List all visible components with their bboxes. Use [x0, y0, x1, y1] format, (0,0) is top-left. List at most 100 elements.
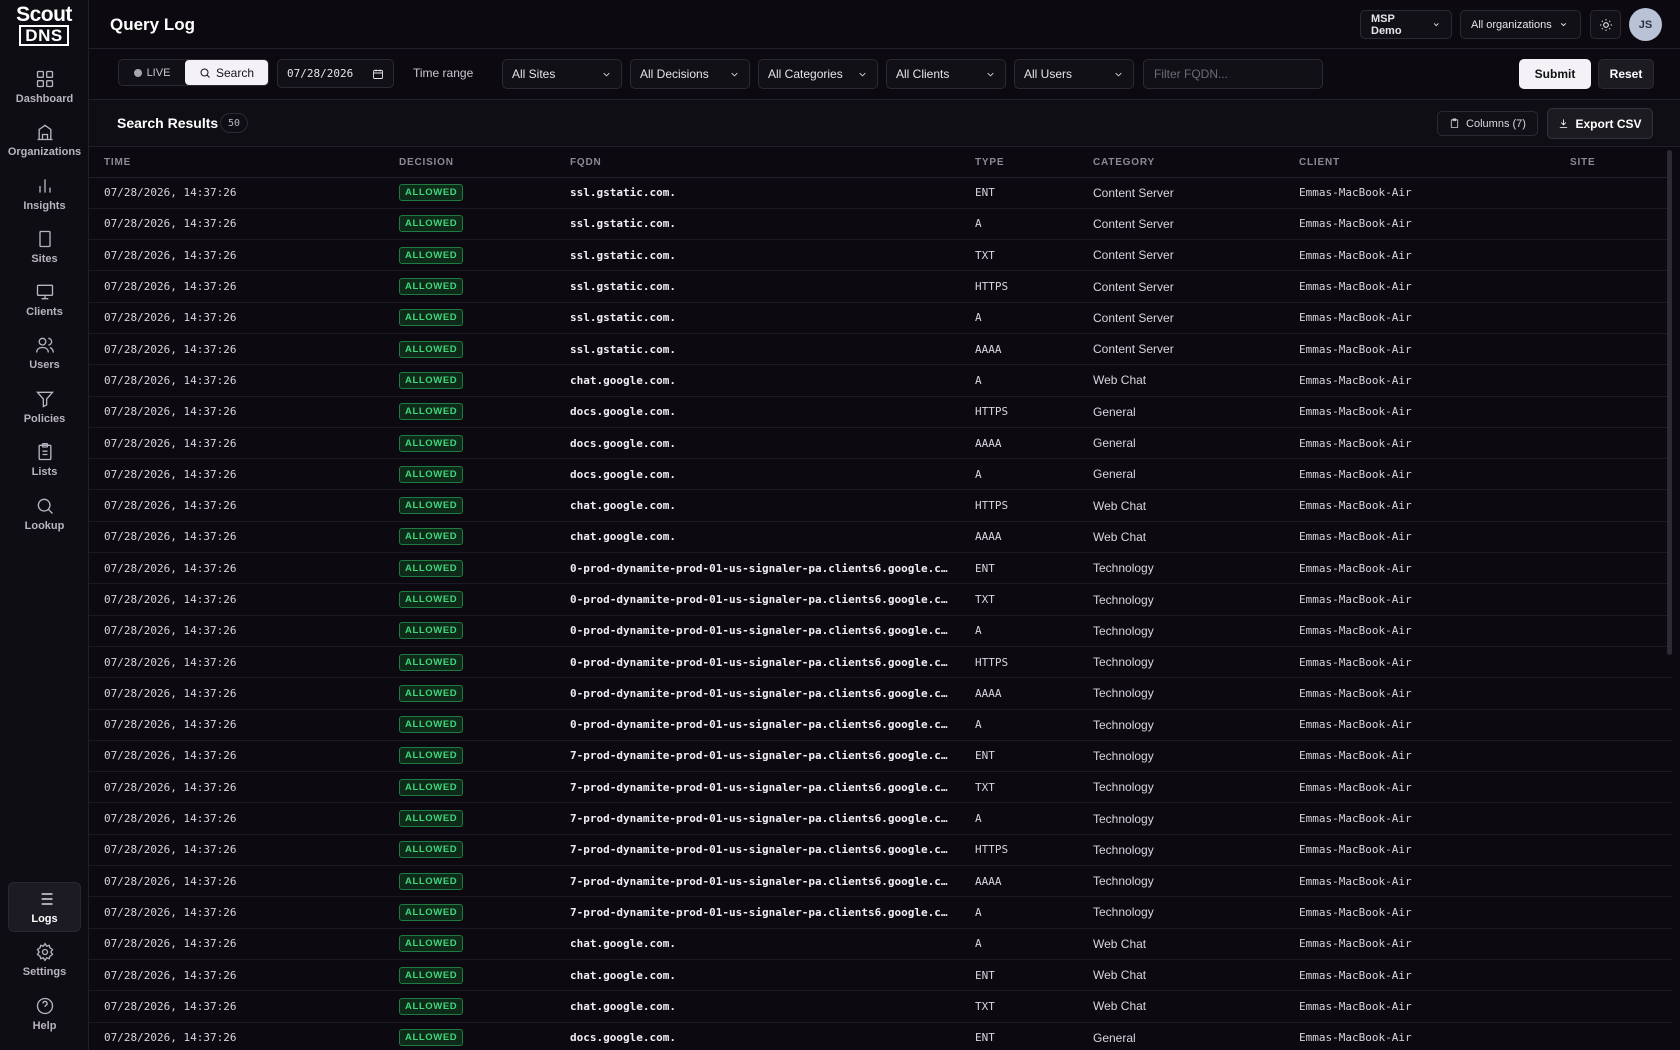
table-row[interactable]: 07/28/2026, 14:37:26 ALLOWED chat.google.c… — [89, 364, 1672, 397]
sites-select[interactable]: All Sites — [502, 59, 622, 89]
cell-type: A — [975, 802, 1093, 835]
submit-button[interactable]: Submit — [1519, 59, 1591, 89]
sidebar-item-clients[interactable]: Clients — [8, 275, 81, 325]
cell-time: 07/28/2026, 14:37:26 — [89, 552, 399, 585]
cell-time: 07/28/2026, 14:37:26 — [89, 771, 399, 804]
columns-button[interactable]: Columns (7) — [1437, 111, 1538, 136]
table-row[interactable]: 07/28/2026, 14:37:26 ALLOWED docs.google.c… — [89, 396, 1672, 428]
column-header-client[interactable]: CLIENT — [1299, 148, 1570, 178]
table-row[interactable]: 07/28/2026, 14:37:26 ALLOWED 0-prod-dynami… — [89, 677, 1672, 710]
table-row[interactable]: 07/28/2026, 14:37:26 ALLOWED 0-prod-dynami… — [89, 552, 1672, 585]
logo[interactable]: Scout DNS — [14, 4, 74, 46]
org-filter-dropdown[interactable]: All organizations — [1460, 10, 1581, 39]
reset-button[interactable]: Reset — [1598, 59, 1654, 89]
column-header-time[interactable]: TIME — [89, 148, 399, 178]
sidebar-item-lookup[interactable]: Lookup — [8, 489, 81, 539]
cell-site — [1570, 615, 1672, 647]
cell-type: A — [975, 928, 1093, 960]
cell-fqdn: ssl.gstatic.com. — [570, 177, 975, 209]
table-row[interactable]: 07/28/2026, 14:37:26 ALLOWED 7-prod-dynami… — [89, 740, 1672, 773]
sidebar-item-settings[interactable]: Settings — [8, 935, 81, 985]
org-switcher-button[interactable]: MSP Demo — [1360, 10, 1452, 39]
decisions-select[interactable]: All Decisions — [630, 59, 750, 89]
table-row[interactable]: 07/28/2026, 14:37:26 ALLOWED 7-prod-dynami… — [89, 802, 1672, 835]
cell-category: Content Server — [1093, 239, 1299, 272]
cell-category: Technology — [1093, 552, 1299, 585]
column-header-site[interactable]: SITE — [1570, 148, 1672, 178]
column-header-type[interactable]: TYPE — [975, 148, 1093, 178]
table-row[interactable]: 07/28/2026, 14:37:26 ALLOWED chat.google.c… — [89, 521, 1672, 554]
table-row[interactable]: 07/28/2026, 14:37:26 ALLOWED 7-prod-dynami… — [89, 771, 1672, 804]
table-row[interactable]: 07/28/2026, 14:37:26 ALLOWED 0-prod-dynami… — [89, 615, 1672, 647]
sidebar-item-insights[interactable]: Insights — [8, 169, 81, 219]
sidebar-item-sites[interactable]: Sites — [8, 222, 81, 272]
fqdn-filter-input[interactable] — [1143, 59, 1323, 89]
cell-decision: ALLOWED — [399, 709, 570, 741]
table-scrollbar[interactable] — [1667, 150, 1672, 655]
table-row[interactable]: 07/28/2026, 14:37:26 ALLOWED ssl.gstatic.c… — [89, 177, 1672, 209]
cell-type: ENT — [975, 1022, 1093, 1050]
filter-bar: LIVE Search 07/28/2026 Time range All Si… — [89, 49, 1680, 100]
cell-decision: ALLOWED — [399, 364, 570, 397]
table-row[interactable]: 07/28/2026, 14:37:26 ALLOWED 0-prod-dynami… — [89, 646, 1672, 679]
table-row[interactable]: 07/28/2026, 14:37:26 ALLOWED 0-prod-dynami… — [89, 709, 1672, 741]
search-icon — [37, 498, 53, 514]
sidebar-item-label: Clients — [26, 306, 63, 318]
cell-fqdn: 7-prod-dynamite-prod-01-us-signaler-pa.c… — [570, 802, 975, 835]
search-mode-button[interactable]: Search — [185, 60, 268, 85]
table-row[interactable]: 07/28/2026, 14:37:26 ALLOWED chat.google.c… — [89, 928, 1672, 960]
cell-type: TXT — [975, 239, 1093, 272]
cell-decision: ALLOWED — [399, 458, 570, 491]
live-dot-icon — [133, 68, 142, 77]
cell-type: AAAA — [975, 865, 1093, 898]
calendar-icon[interactable] — [372, 68, 384, 80]
sidebar-item-lists[interactable]: Lists — [8, 435, 81, 485]
table-row[interactable]: 07/28/2026, 14:37:26 ALLOWED docs.google.c… — [89, 1022, 1672, 1050]
sidebar-item-dashboard[interactable]: Dashboard — [8, 62, 81, 112]
sidebar-item-policies[interactable]: Policies — [8, 382, 81, 432]
table-row[interactable]: 07/28/2026, 14:37:26 ALLOWED 7-prod-dynami… — [89, 865, 1672, 898]
sidebar-item-logs[interactable]: Logs — [8, 882, 81, 932]
table-row[interactable]: 07/28/2026, 14:37:26 ALLOWED ssl.gstatic.c… — [89, 239, 1672, 272]
table-row[interactable]: 07/28/2026, 14:37:26 ALLOWED ssl.gstatic.c… — [89, 208, 1672, 241]
live-mode-button[interactable]: LIVE — [119, 60, 185, 85]
sidebar-item-help[interactable]: Help — [8, 989, 81, 1039]
cell-time: 07/28/2026, 14:37:26 — [89, 802, 399, 835]
export-csv-button[interactable]: Export CSV — [1547, 108, 1653, 139]
table-row[interactable]: 07/28/2026, 14:37:26 ALLOWED docs.google.c… — [89, 427, 1672, 460]
column-header-category[interactable]: CATEGORY — [1093, 148, 1299, 178]
table-row[interactable]: 07/28/2026, 14:37:26 ALLOWED docs.google.c… — [89, 458, 1672, 491]
cell-client: Emmas-MacBook-Air — [1299, 458, 1570, 491]
cell-type: ENT — [975, 552, 1093, 585]
categories-select-value: All Categories — [768, 67, 843, 81]
sidebar-item-users[interactable]: Users — [8, 328, 81, 378]
cell-fqdn: ssl.gstatic.com. — [570, 333, 975, 366]
avatar[interactable]: JS — [1629, 8, 1662, 41]
clients-select[interactable]: All Clients — [886, 59, 1006, 89]
theme-toggle-button[interactable] — [1590, 10, 1621, 39]
table-row[interactable]: 07/28/2026, 14:37:26 ALLOWED ssl.gstatic.c… — [89, 270, 1672, 303]
time-range-label[interactable]: Time range — [413, 66, 473, 80]
table-row[interactable]: 07/28/2026, 14:37:26 ALLOWED 0-prod-dynami… — [89, 583, 1672, 616]
cell-decision: ALLOWED — [399, 583, 570, 616]
cell-category: Technology — [1093, 865, 1299, 898]
table-row[interactable]: 07/28/2026, 14:37:26 ALLOWED ssl.gstatic.c… — [89, 333, 1672, 366]
column-header-fqdn[interactable]: FQDN — [570, 148, 975, 178]
column-header-decision[interactable]: DECISION — [399, 148, 570, 178]
sidebar-item-organizations[interactable]: Organizations — [8, 115, 81, 165]
categories-select[interactable]: All Categories — [758, 59, 878, 89]
table-row[interactable]: 07/28/2026, 14:37:26 ALLOWED 7-prod-dynami… — [89, 896, 1672, 929]
table-row[interactable]: 07/28/2026, 14:37:26 ALLOWED chat.google.c… — [89, 990, 1672, 1023]
table-row[interactable]: 07/28/2026, 14:37:26 ALLOWED 7-prod-dynami… — [89, 834, 1672, 867]
decision-badge: ALLOWED — [399, 497, 464, 515]
date-input[interactable]: 07/28/2026 — [277, 59, 394, 88]
sidebar-item-label: Logs — [31, 913, 58, 925]
table-row[interactable]: 07/28/2026, 14:37:26 ALLOWED chat.google.c… — [89, 959, 1672, 992]
cell-fqdn: chat.google.com. — [570, 521, 975, 554]
table-row[interactable]: 07/28/2026, 14:37:26 ALLOWED ssl.gstatic.c… — [89, 302, 1672, 334]
page-title: Query Log — [110, 15, 196, 34]
users-select[interactable]: All Users — [1014, 59, 1134, 89]
cell-time: 07/28/2026, 14:37:26 — [89, 177, 399, 209]
decision-badge: ALLOWED — [399, 653, 464, 671]
table-row[interactable]: 07/28/2026, 14:37:26 ALLOWED chat.google.c… — [89, 489, 1672, 522]
